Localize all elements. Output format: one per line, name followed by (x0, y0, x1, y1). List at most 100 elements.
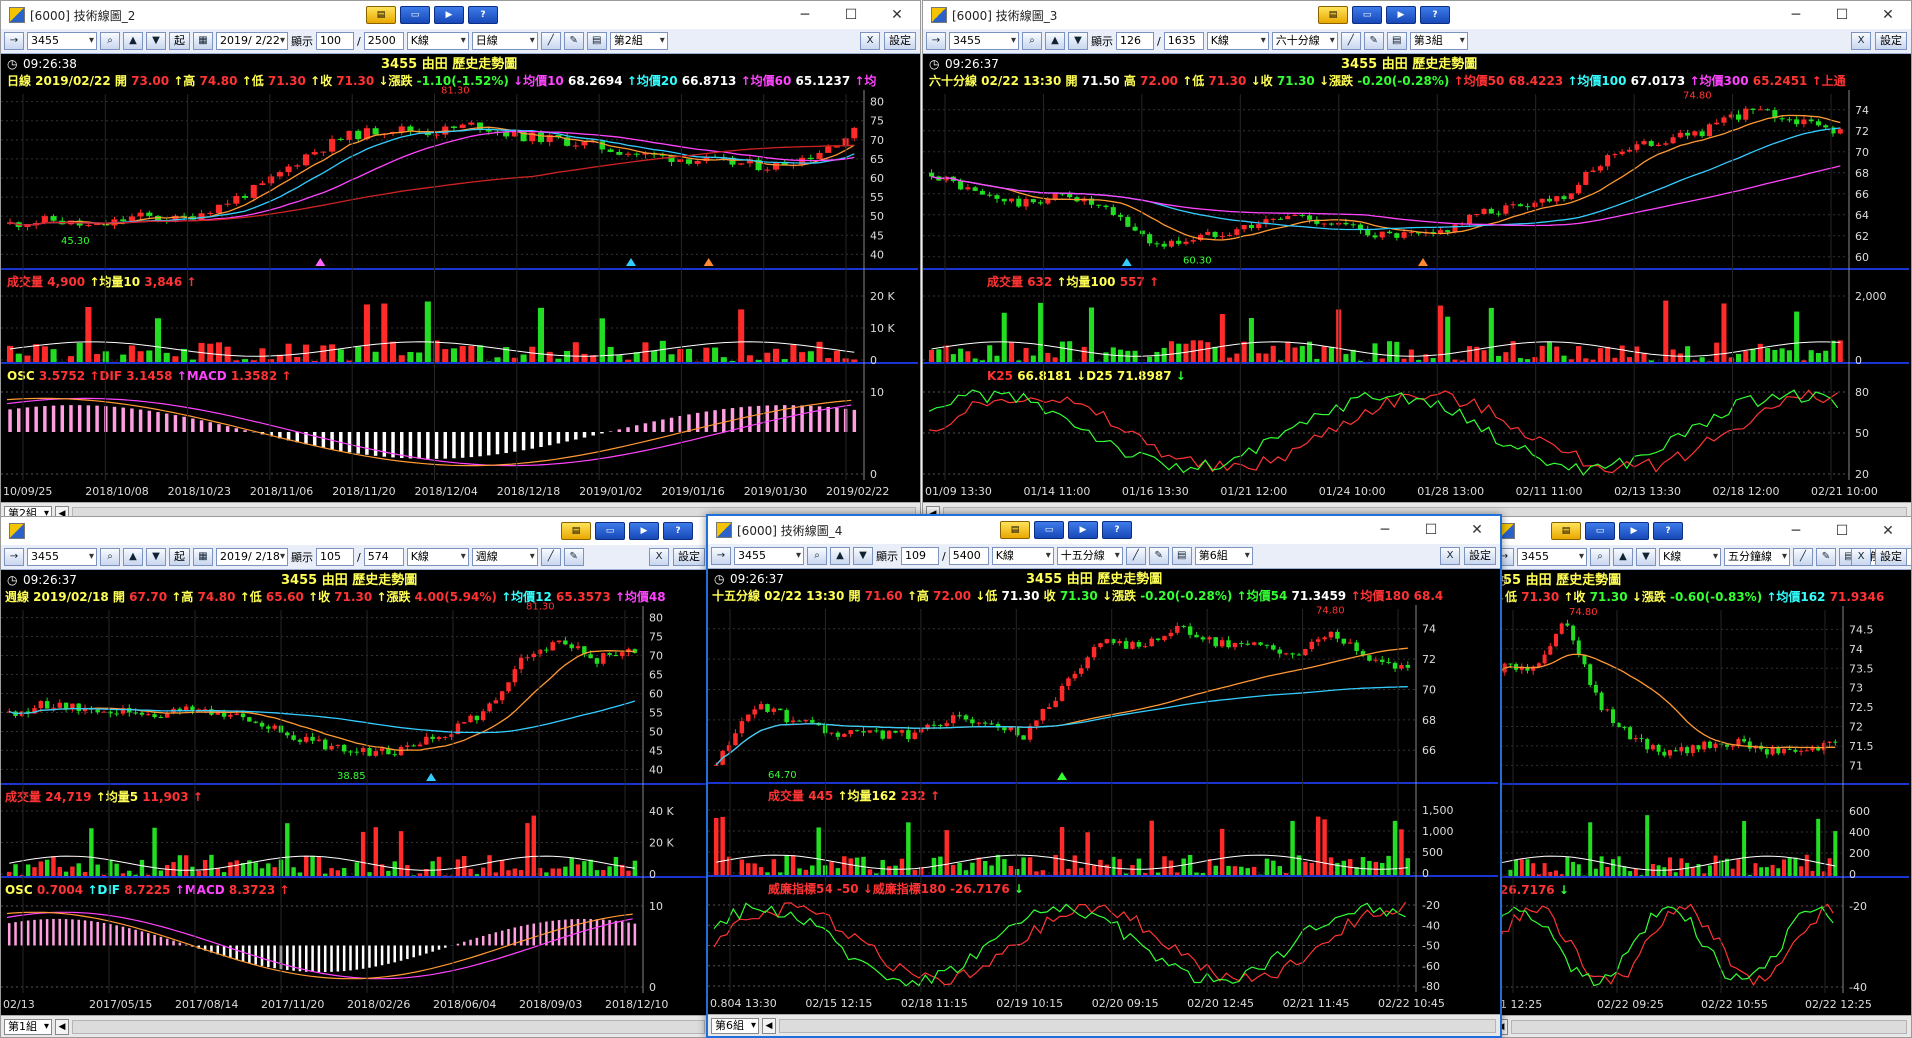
search-icon[interactable]: ⌕ (807, 547, 827, 565)
kline-select[interactable]: K線 (406, 32, 469, 50)
close-icon[interactable]: ✕ (1454, 516, 1500, 544)
quote-icon[interactable]: ▤ (561, 522, 591, 540)
excel-icon[interactable]: X (860, 32, 880, 50)
show-count-input[interactable]: 105 (316, 548, 354, 566)
kline-select[interactable]: K線 (1206, 32, 1269, 50)
excel-icon[interactable]: X (1851, 32, 1871, 50)
group-icon[interactable]: ▤ (586, 32, 607, 50)
draw-pen-icon[interactable]: ✎ (1148, 547, 1169, 565)
help-icon[interactable]: ? (1653, 522, 1683, 540)
minimize-icon[interactable]: ─ (1362, 516, 1408, 544)
scroll-track[interactable] (72, 1019, 705, 1034)
title-bar[interactable]: ▤ ▭ ▶? ─ ☐ ✕ (1491, 517, 1911, 545)
stock-code-select[interactable]: 3455 (27, 32, 97, 50)
scroll-track[interactable] (1511, 1019, 1907, 1034)
excel-icon[interactable]: X (1440, 547, 1460, 565)
show-count-input[interactable]: 109 (901, 547, 939, 565)
draw-line-icon[interactable]: ╱ (1125, 547, 1146, 565)
kline-select[interactable]: K線 (991, 547, 1054, 565)
title-bar[interactable]: ▤ ▭ ▶? (1, 517, 709, 545)
quote-icon[interactable]: ▤ (366, 6, 396, 24)
chart-area[interactable]: ◷ 09:26:37 3455 由田 歷史走勢圖 十五分線 02/22 13:30 開… (708, 569, 1500, 1014)
pin-icon[interactable]: ▶ (1619, 522, 1649, 540)
group-icon[interactable]: ▤ (1386, 32, 1407, 50)
chart-area[interactable]: ◷ 09:26:38 3455 由田 歷史走勢圖 日線 2019/02/22 開 73… (1, 54, 920, 502)
draw-pen-icon[interactable]: ✎ (563, 548, 584, 566)
help-icon[interactable]: ? (1102, 521, 1132, 539)
close-icon[interactable]: ✕ (874, 1, 920, 29)
search-icon[interactable]: ⌕ (100, 548, 120, 566)
date-select[interactable]: 2019/ 2/18 (216, 548, 288, 566)
pin-icon[interactable]: ▶ (629, 522, 659, 540)
group-select[interactable]: 第2組 (609, 32, 668, 50)
search-icon[interactable]: ⌕ (1022, 32, 1042, 50)
scroll-left-icon[interactable]: ◀ (55, 1018, 69, 1035)
total-count-input[interactable]: 574 (363, 548, 404, 566)
close-icon[interactable]: ✕ (1865, 1, 1911, 29)
settings-button[interactable]: 設定 (1875, 548, 1907, 566)
minimize-icon[interactable]: ─ (1773, 517, 1819, 545)
excel-icon[interactable]: X (1851, 548, 1871, 566)
stock-code-select[interactable]: 3455 (734, 547, 804, 565)
quote-icon[interactable]: ▤ (1318, 6, 1348, 24)
start-button[interactable]: 起 (169, 548, 190, 566)
chart-window-daily[interactable]: [6000] 技術線圖_2▤▭▶?─☐✕→3455⌕▲▼起▦2019/ 2/22… (0, 0, 921, 525)
chart-window-60min[interactable]: [6000] 技術線圖_3▤▭▶?─☐✕→3455⌕▲▼顯示126/1635K線… (922, 0, 1912, 525)
settings-button[interactable]: 設定 (884, 32, 916, 50)
chart-area[interactable]: ◷ 55 由田 歷史走勢圖 ↓低 71.30 ↑收 71.30 ↓漲跌 -0.60(… (1491, 570, 1911, 1015)
chart-area[interactable]: ◷ 09:26:37 3455 由田 歷史走勢圖 六十分線 02/22 13:30 開… (923, 54, 1911, 502)
chart-window-5min[interactable]: ▤▭▶? ─☐✕→3455⌕▲▼K線五分鐘線╱✎▤第8組X設定◷55 由田 歷史走… (1490, 516, 1912, 1038)
settings-button[interactable]: 設定 (1464, 547, 1496, 565)
help-icon[interactable]: ? (1420, 6, 1450, 24)
period-select[interactable]: 十五分線 (1056, 547, 1123, 565)
kline-select[interactable]: K線 (1659, 548, 1721, 566)
draw-line-icon[interactable]: ╱ (540, 548, 561, 566)
calendar-icon[interactable]: ▦ (193, 32, 213, 50)
group-select[interactable]: 第3組 (1409, 32, 1468, 50)
show-count-input[interactable]: 126 (1116, 32, 1154, 50)
period-select[interactable]: 週線 (471, 548, 538, 566)
arrow-down-icon[interactable]: ▼ (1636, 548, 1656, 566)
group-icon[interactable]: ▤ (1171, 547, 1192, 565)
chart-area[interactable]: ◷ 09:26:37 3455 由田 歷史走勢圖 週線 2019/02/18 開 67… (1, 570, 709, 1015)
arrow-down-icon[interactable]: ▼ (853, 547, 873, 565)
settings-button[interactable]: 設定 (673, 548, 705, 566)
minimize-icon[interactable]: ─ (782, 1, 828, 29)
draw-line-icon[interactable]: ╱ (1793, 548, 1813, 566)
date-select[interactable]: 2019/ 2/22 (216, 32, 288, 50)
settings-button[interactable]: 設定 (1875, 32, 1907, 50)
arrow-down-icon[interactable]: ▼ (1068, 32, 1088, 50)
period-select[interactable]: 日線 (471, 32, 538, 50)
total-count-input[interactable]: 1635 (1163, 32, 1204, 50)
arrow-up-icon[interactable]: ▲ (123, 548, 143, 566)
excel-icon[interactable]: X (649, 548, 669, 566)
total-count-input[interactable]: 2500 (363, 32, 404, 50)
pin-icon[interactable]: ▶ (1068, 521, 1098, 539)
pin-icon[interactable]: ▶ (434, 6, 464, 24)
help-icon[interactable]: ? (663, 522, 693, 540)
link-arrow-icon[interactable]: → (711, 547, 731, 565)
stock-code-select[interactable]: 3455 (949, 32, 1019, 50)
status-group-select[interactable]: 第6組 (711, 1017, 759, 1034)
arrow-up-icon[interactable]: ▲ (123, 32, 143, 50)
window-icon[interactable]: ▭ (400, 6, 430, 24)
maximize-icon[interactable]: ☐ (828, 1, 874, 29)
title-bar[interactable]: [6000] 技術線圖_4 ▤ ▭ ▶? ─ ☐ ✕ (708, 516, 1500, 544)
link-arrow-icon[interactable]: → (926, 32, 946, 50)
close-icon[interactable]: ✕ (1865, 517, 1911, 545)
group-select[interactable]: 第6組 (1194, 547, 1253, 565)
status-group-select[interactable]: 第1組 (4, 1018, 52, 1035)
period-select[interactable]: 五分鐘線 (1724, 548, 1790, 566)
arrow-down-icon[interactable]: ▼ (146, 32, 166, 50)
search-icon[interactable]: ⌕ (1590, 548, 1610, 566)
stock-code-select[interactable]: 3455 (27, 548, 97, 566)
maximize-icon[interactable]: ☐ (1819, 1, 1865, 29)
show-count-input[interactable]: 100 (316, 32, 354, 50)
start-button[interactable]: 起 (169, 32, 190, 50)
draw-pen-icon[interactable]: ✎ (1363, 32, 1384, 50)
arrow-up-icon[interactable]: ▲ (1613, 548, 1633, 566)
arrow-up-icon[interactable]: ▲ (830, 547, 850, 565)
calendar-icon[interactable]: ▦ (193, 548, 213, 566)
kline-select[interactable]: K線 (406, 548, 469, 566)
quote-icon[interactable]: ▤ (1551, 522, 1581, 540)
